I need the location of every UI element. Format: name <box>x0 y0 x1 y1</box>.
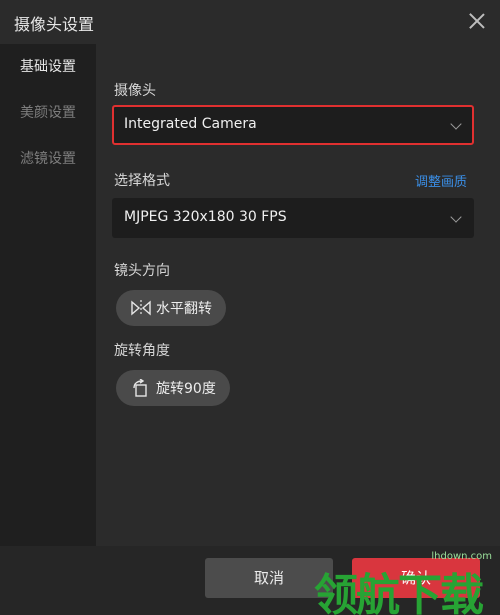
adjust-quality-link[interactable]: 调整画质 <box>415 171 467 190</box>
sidebar-item-basic[interactable]: 基础设置 <box>0 44 96 90</box>
camera-select-value: Integrated Camera <box>124 116 257 132</box>
camera-label: 摄像头 <box>114 83 156 99</box>
settings-panel: 摄像头 Integrated Camera 选择格式 调整画质 MJPEG 32… <box>96 44 500 546</box>
title-bar: 摄像头设置 <box>0 0 500 44</box>
rotate-button[interactable]: 旋转90度 <box>116 370 230 406</box>
close-icon[interactable] <box>468 12 486 30</box>
flip-horizontal-label: 水平翻转 <box>156 301 212 317</box>
dialog-footer: 取消 确认 <box>0 546 500 615</box>
sidebar-item-filter[interactable]: 滤镜设置 <box>0 136 96 182</box>
confirm-button[interactable]: 确认 <box>352 558 480 598</box>
camera-select[interactable]: Integrated Camera <box>112 105 474 145</box>
format-select-value: MJPEG 320x180 30 FPS <box>124 209 287 225</box>
rotate-label: 旋转角度 <box>114 343 170 359</box>
sidebar: 基础设置 美颜设置 滤镜设置 <box>0 44 96 546</box>
window-title: 摄像头设置 <box>14 15 95 34</box>
flip-horizontal-button[interactable]: 水平翻转 <box>116 290 226 326</box>
sidebar-item-beauty[interactable]: 美颜设置 <box>0 90 96 136</box>
chevron-down-icon <box>450 211 462 223</box>
rotate-label-text: 旋转90度 <box>156 381 216 397</box>
mirror-label: 镜头方向 <box>114 263 170 279</box>
rotate-icon <box>133 379 147 397</box>
format-select[interactable]: MJPEG 320x180 30 FPS <box>112 198 474 238</box>
chevron-down-icon <box>450 118 462 130</box>
flip-horizontal-icon <box>131 300 151 316</box>
format-label: 选择格式 <box>114 173 170 189</box>
cancel-button[interactable]: 取消 <box>205 558 333 598</box>
